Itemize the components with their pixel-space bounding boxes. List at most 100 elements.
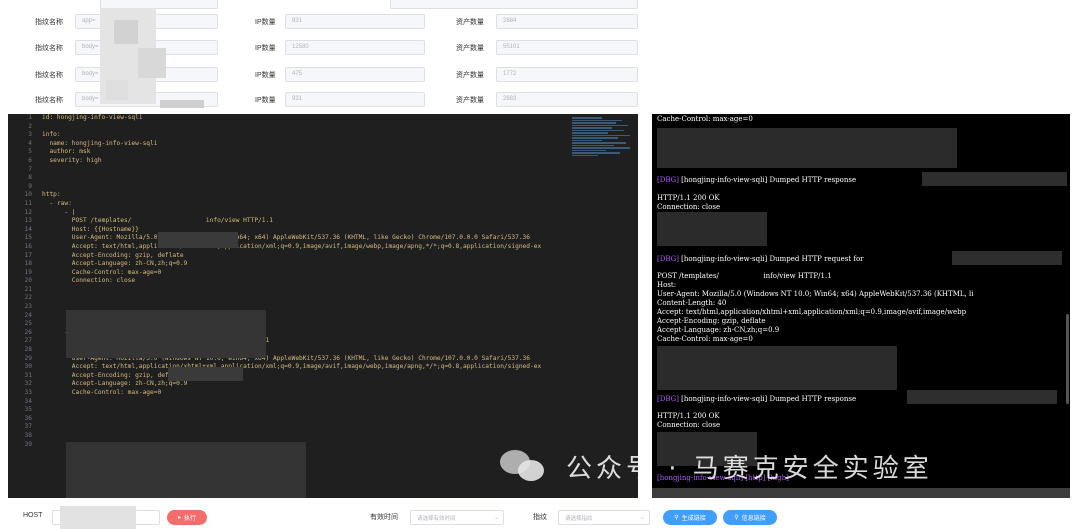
code-line[interactable] (42, 123, 568, 132)
fingerprint-select[interactable]: 请选择指纹 ⌄ (558, 510, 650, 525)
line-number: 15 (24, 234, 32, 242)
dumped-request-text: [hongjing-info-view-sqli] Dumped HTTP re… (678, 255, 864, 263)
mosaic-redaction (138, 48, 166, 78)
wechat-watermark: 公众号 · 马赛克安全实验室 (500, 448, 933, 485)
terminal-scrollbar[interactable] (1066, 314, 1069, 404)
line-number: 30 (24, 363, 32, 371)
code-line[interactable] (42, 174, 568, 183)
mosaic-redaction (66, 310, 266, 358)
code-line[interactable] (42, 423, 568, 432)
terminal-line: Cache-Control: max-age=0 (657, 335, 753, 343)
code-line[interactable]: POST /templates/ info/view HTTP/1.1 (42, 217, 568, 226)
line-number: 13 (24, 217, 32, 225)
dbg-tag: [DBG] (657, 255, 679, 263)
bottom-toolbar: HOST ▸ 执行 有效时间 请选择有效时间 ⌄ 指纹 请选择指纹 ⌄ ⚲ 生成链接… (0, 502, 1080, 529)
code-line[interactable]: User-Agent: Mozilla/5.0 (Windows NT 10.0… (42, 234, 568, 243)
info-link-label: 信息链接 (741, 516, 766, 522)
mosaic-redaction (657, 128, 957, 168)
code-line[interactable]: Accept-Language: zh-CN,zh;q=0.9 (42, 260, 568, 269)
line-number: 18 (24, 260, 32, 268)
chevron-down-icon: ⌄ (639, 515, 645, 521)
ip-count-input[interactable]: 12580 (285, 40, 425, 55)
code-line[interactable]: Connection: close (42, 277, 568, 286)
code-line[interactable] (42, 183, 568, 192)
mosaic-redaction (952, 251, 1062, 265)
asset-count-label: 资产数量 (456, 72, 484, 79)
code-line[interactable]: - | (42, 209, 568, 218)
line-number: 39 (24, 440, 32, 448)
valid-time-label: 有效时间 (370, 514, 398, 521)
code-editor[interactable]: 1 2 3 4 5 6 7 8 9 10 11 12 13 14 15 16 17 18 19 20 21 22 23 24 2… (8, 114, 638, 498)
code-line[interactable]: Accept-Language: zh-CN,zh;q=0.9 (42, 380, 568, 389)
top-cut-input-2[interactable] (390, 0, 638, 9)
line-number: 31 (24, 371, 32, 379)
code-line[interactable]: Accept: text/html,application/xhtml+xml,… (42, 363, 568, 372)
line-number: 23 (24, 303, 32, 311)
code-line[interactable]: - raw: (42, 200, 568, 209)
ip-count-label: IP数量 (255, 97, 276, 104)
code-line[interactable]: severity: high (42, 157, 568, 166)
execute-button[interactable]: ▸ 执行 (167, 510, 207, 525)
terminal-line: Accept: text/html,application/xhtml+xml,… (657, 308, 967, 316)
line-number: 26 (24, 328, 32, 336)
code-line[interactable]: info: (42, 131, 568, 140)
dbg-tag: [DBG] (657, 176, 679, 184)
line-number: 10 (24, 191, 32, 199)
code-line[interactable] (42, 294, 568, 303)
ip-count-input[interactable]: 931 (285, 92, 425, 107)
line-number: 32 (24, 380, 32, 388)
fingerprint-name-label: 指纹名称 (35, 97, 63, 104)
terminal-line: HTTP/1.1 200 OK (657, 412, 720, 420)
line-number: 12 (24, 208, 32, 216)
terminal-output[interactable]: Cache-Control: max-age=0 [DBG] [hongjing… (652, 114, 1070, 498)
code-lines[interactable]: id: hongjing-info-view-sqli info: name: h… (42, 114, 568, 498)
terminal-line: Connection: close (657, 421, 721, 429)
line-number: 28 (24, 346, 32, 354)
code-line[interactable]: Cache-Control: max-age=0 (42, 389, 568, 398)
code-line[interactable] (42, 166, 568, 175)
code-line[interactable]: author: msk (42, 148, 568, 157)
ip-count-input[interactable]: 931 (285, 14, 425, 29)
code-line[interactable] (42, 432, 568, 441)
code-line[interactable]: Accept: text/html,application/xhtml+xml,… (42, 243, 568, 252)
asset-count-input[interactable]: 2884 (496, 14, 638, 29)
fingerprint-label: 指纹 (533, 514, 547, 521)
generate-link-button[interactable]: ⚲ 生成链接 (663, 510, 717, 525)
code-line[interactable] (42, 286, 568, 295)
line-number: 2 (28, 122, 32, 130)
code-line[interactable]: http: (42, 191, 568, 200)
line-number: 29 (24, 354, 32, 362)
chevron-down-icon: ⌄ (493, 515, 499, 521)
generate-link-label: 生成链接 (681, 516, 706, 522)
terminal-line: [DBG] [hongjing-info-view-sqli] Dumped H… (657, 176, 856, 185)
line-number: 3 (28, 131, 32, 139)
mosaic-redaction (158, 232, 238, 248)
valid-time-select[interactable]: 请选择有效时间 ⌄ (410, 510, 504, 525)
code-line[interactable]: Accept-Encoding: gzip, deflate (42, 372, 568, 381)
asset-count-input[interactable]: 2883 (496, 92, 638, 107)
code-line[interactable] (42, 415, 568, 424)
terminal-line: [DBG] [hongjing-info-view-sqli] Dumped H… (657, 395, 856, 404)
code-line[interactable] (42, 406, 568, 415)
code-line[interactable]: id: hongjing-info-view-sqli (42, 114, 568, 123)
asset-count-input[interactable]: 55101 (496, 40, 638, 55)
code-line[interactable]: Cache-Control: max-age=0 (42, 269, 568, 278)
ip-count-label: IP数量 (255, 45, 276, 52)
mosaic-redaction (60, 506, 136, 529)
link-icon: ⚲ (674, 515, 679, 521)
code-line[interactable] (42, 398, 568, 407)
asset-count-input[interactable]: 1772 (496, 67, 638, 82)
ip-count-label: IP数量 (255, 19, 276, 26)
line-number: 34 (24, 397, 32, 405)
code-line[interactable]: name: hongjing-info-view-sqli (42, 140, 568, 149)
line-number: 9 (28, 182, 32, 190)
mosaic-redaction (160, 100, 204, 108)
code-line[interactable]: Host: {{Hostname}} (42, 226, 568, 235)
terminal-line: Content-Length: 40 (657, 299, 727, 307)
fingerprint-name-label: 指纹名称 (35, 72, 63, 79)
line-number: 38 (24, 431, 32, 439)
info-link-button[interactable]: ⚲ 信息链接 (723, 510, 777, 525)
code-line[interactable]: Accept-Encoding: gzip, deflate (42, 252, 568, 261)
minimap[interactable] (572, 116, 632, 196)
ip-count-input[interactable]: 475 (285, 67, 425, 82)
